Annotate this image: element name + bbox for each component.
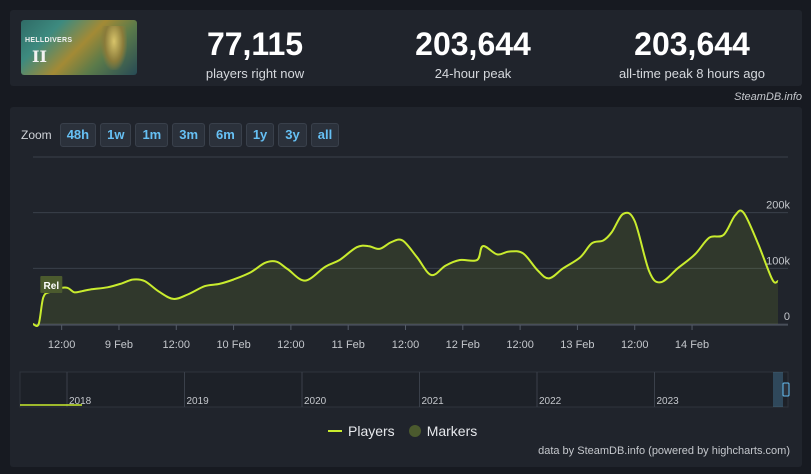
x-tick-label: 12 Feb: [446, 339, 480, 351]
steamdb-credit[interactable]: SteamDB.info: [734, 91, 802, 103]
y-tick-label: 100k: [766, 255, 790, 267]
stat-value: 77,115: [206, 26, 304, 62]
x-tick-label: 13 Feb: [560, 339, 594, 351]
navigator-selection: [773, 372, 783, 407]
x-tick-label: 14 Feb: [675, 339, 709, 351]
game-thumbnail[interactable]: HELLDIVERS II: [21, 20, 137, 75]
x-ticks: 12:00 9 Feb 12:00 10 Feb 12:00 11 Feb 12:00 12 …: [33, 324, 788, 351]
navigator-year-label: 2020: [304, 396, 327, 407]
legend-players-label: Players: [348, 423, 395, 439]
stat-value: 203,644: [415, 26, 531, 62]
legend-item-markers[interactable]: Markers: [408, 423, 478, 439]
stat-value: 203,644: [634, 26, 750, 62]
navigator-year-label: 2022: [539, 396, 562, 407]
game-art-figure: [101, 26, 127, 70]
legend-markers-label: Markers: [426, 423, 478, 439]
navigator[interactable]: 2018 2019 2020 2021 2022 2023: [19, 371, 790, 408]
chart-legend: Players Markers: [328, 423, 477, 439]
game-logo-numeral: II: [32, 47, 47, 66]
stat-24h-peak: 203,644 24-hour peak: [398, 28, 548, 81]
players-line-swatch: [328, 430, 342, 432]
x-tick-label: 12:00: [163, 339, 191, 351]
markers-dot-swatch: [408, 425, 421, 437]
x-tick-label: 12:00: [621, 339, 649, 351]
x-tick-label: 12:00: [48, 339, 76, 351]
stat-label: 24-hour peak: [434, 66, 512, 81]
stat-all-time-peak: 203,644 all-time peak 8 hours ago: [606, 28, 778, 81]
x-tick-label: 12:00: [392, 339, 420, 351]
y-tick-label: 0: [784, 311, 790, 323]
stats-panel: HELLDIVERS II 77,115 players right now 2…: [10, 10, 802, 86]
navigator-year-label: 2023: [657, 396, 680, 407]
navigator-year-label: 2019: [187, 396, 210, 407]
x-tick-label: 9 Feb: [105, 339, 133, 351]
stat-label: all-time peak 8 hours ago: [619, 66, 765, 81]
x-tick-label: 12:00: [506, 339, 534, 351]
x-tick-label: 12:00: [277, 339, 305, 351]
y-tick-label: 200k: [766, 200, 790, 212]
navigator-year-label: 2021: [422, 396, 445, 407]
x-tick-label: 10 Feb: [216, 339, 250, 351]
event-markers: Rel: [40, 276, 63, 293]
stat-label: players right now: [205, 66, 305, 81]
game-logo-text: HELLDIVERS: [25, 37, 73, 44]
chart-credit[interactable]: data by SteamDB.info (powered by highcha…: [538, 445, 790, 457]
x-tick-label: 11 Feb: [331, 339, 364, 351]
marker-label: Rel: [44, 281, 60, 292]
stat-current-players: 77,115 players right now: [190, 28, 320, 81]
chart-panel: Zoom 48h 1w 1m 3m 6m 1y 3y all 12:00 9 Fe…: [10, 107, 802, 467]
player-count-chart[interactable]: 12:00 9 Feb 12:00 10 Feb 12:00 11 Feb 12:00 12 …: [10, 107, 802, 467]
navigator-handle: [782, 382, 790, 397]
legend-item-players[interactable]: Players: [328, 423, 395, 439]
